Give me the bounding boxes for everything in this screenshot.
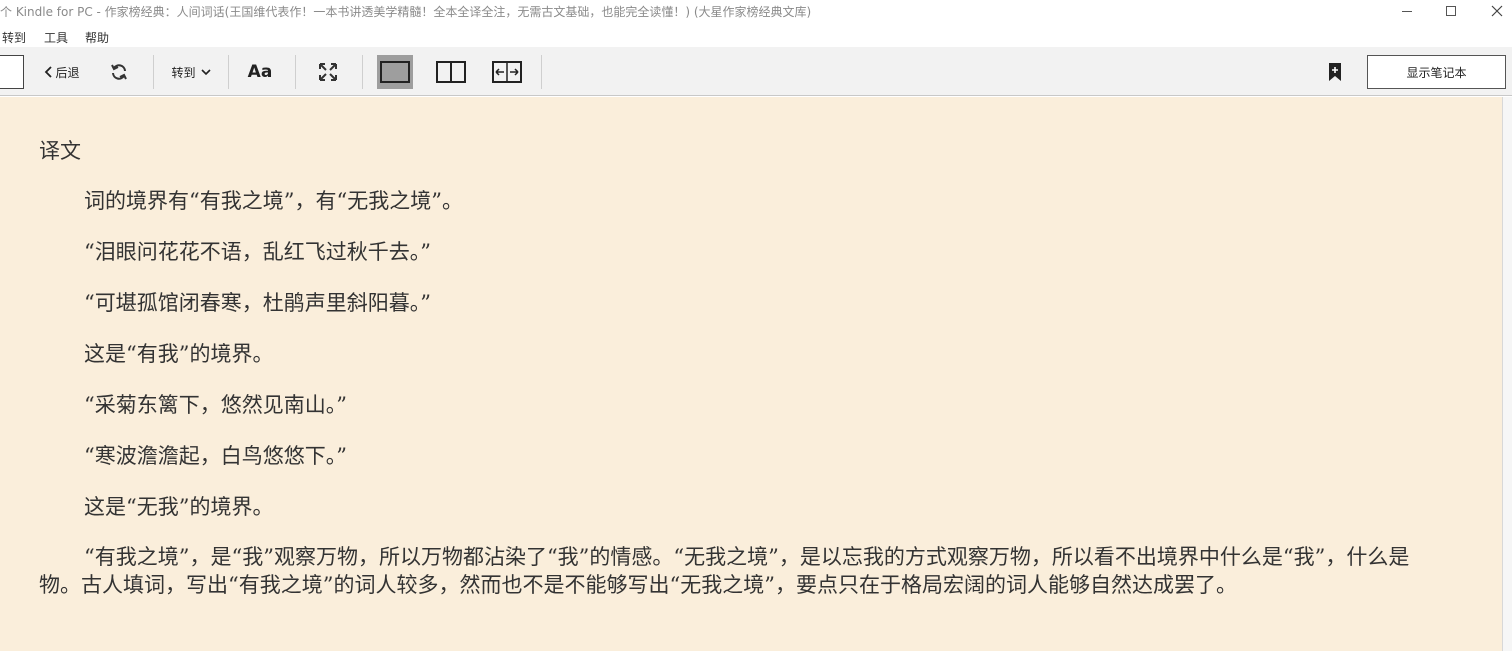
menu-help[interactable]: 帮助 <box>85 29 109 46</box>
two-page-view-button[interactable] <box>433 55 469 89</box>
maximize-button[interactable] <box>1428 0 1474 22</box>
library-button[interactable] <box>0 55 24 89</box>
paragraph: “可堪孤馆闭春寒，杜鹃声里斜阳暮。” <box>84 291 431 315</box>
paragraph: 词的境界有“有我之境”，有“无我之境”。 <box>84 189 463 213</box>
chevron-down-icon <box>200 68 211 75</box>
toolbar-divider <box>295 55 296 89</box>
menu-goto[interactable]: 转到 <box>2 29 26 46</box>
paragraph: “寒波澹澹起，白鸟悠悠下。” <box>84 444 347 468</box>
goto-button[interactable]: 转到 <box>163 55 219 89</box>
fit-width-icon <box>492 61 522 83</box>
close-icon <box>1491 5 1503 17</box>
fullscreen-icon <box>319 63 337 81</box>
fit-width-view-button[interactable] <box>489 55 525 89</box>
sync-icon <box>111 64 127 80</box>
vertical-scrollbar[interactable] <box>1502 97 1512 651</box>
single-page-icon <box>380 61 410 83</box>
toolbar-divider <box>362 55 363 89</box>
toolbar-divider <box>541 55 542 89</box>
fullscreen-button[interactable] <box>313 55 343 89</box>
maximize-icon <box>1446 6 1456 16</box>
menu-tools[interactable]: 工具 <box>44 29 68 46</box>
back-button[interactable]: 后退 <box>37 55 87 89</box>
back-chevron-icon <box>45 66 53 78</box>
show-notebook-button[interactable]: 显示笔记本 <box>1367 55 1506 89</box>
minimize-icon <box>1402 10 1412 12</box>
paragraph: 这是“无我”的境界。 <box>84 495 274 519</box>
title-bar: 个 Kindle for PC - 作家榜经典：人间词话(王国维代表作！一本书讲… <box>0 0 1512 24</box>
minimize-button[interactable] <box>1384 0 1430 22</box>
sync-button[interactable] <box>106 55 132 89</box>
add-bookmark-button[interactable] <box>1324 55 1346 89</box>
add-bookmark-icon <box>1329 63 1341 81</box>
window-title: 个 Kindle for PC - 作家榜经典：人间词话(王国维代表作！一本书讲… <box>0 5 812 19</box>
back-label: 后退 <box>55 65 80 80</box>
close-button[interactable] <box>1474 0 1512 22</box>
single-page-view-button[interactable] <box>377 55 413 89</box>
section-heading: 译文 <box>39 139 81 163</box>
toolbar-divider <box>153 55 154 89</box>
paragraph: “采菊东篱下，悠然见南山。” <box>84 393 347 417</box>
goto-label: 转到 <box>171 65 196 80</box>
two-page-icon <box>436 61 466 83</box>
paragraph: 这是“有我”的境界。 <box>84 342 274 366</box>
toolbar-divider <box>228 55 229 89</box>
font-settings-button[interactable]: Aa <box>243 55 277 89</box>
reading-pane[interactable]: 译文 词的境界有“有我之境”，有“无我之境”。 “泪眼问花花不语，乱红飞过秋千去… <box>0 97 1502 651</box>
paragraph: “泪眼问花花不语，乱红飞过秋千去。” <box>84 240 431 264</box>
toolbar: 后退 转到 Aa 显示笔记本 <box>0 47 1512 96</box>
paragraph-long: “有我之境”，是“我”观察万物，所以万物都沾染了“我”的情感。“无我之境”，是以… <box>39 545 1410 597</box>
